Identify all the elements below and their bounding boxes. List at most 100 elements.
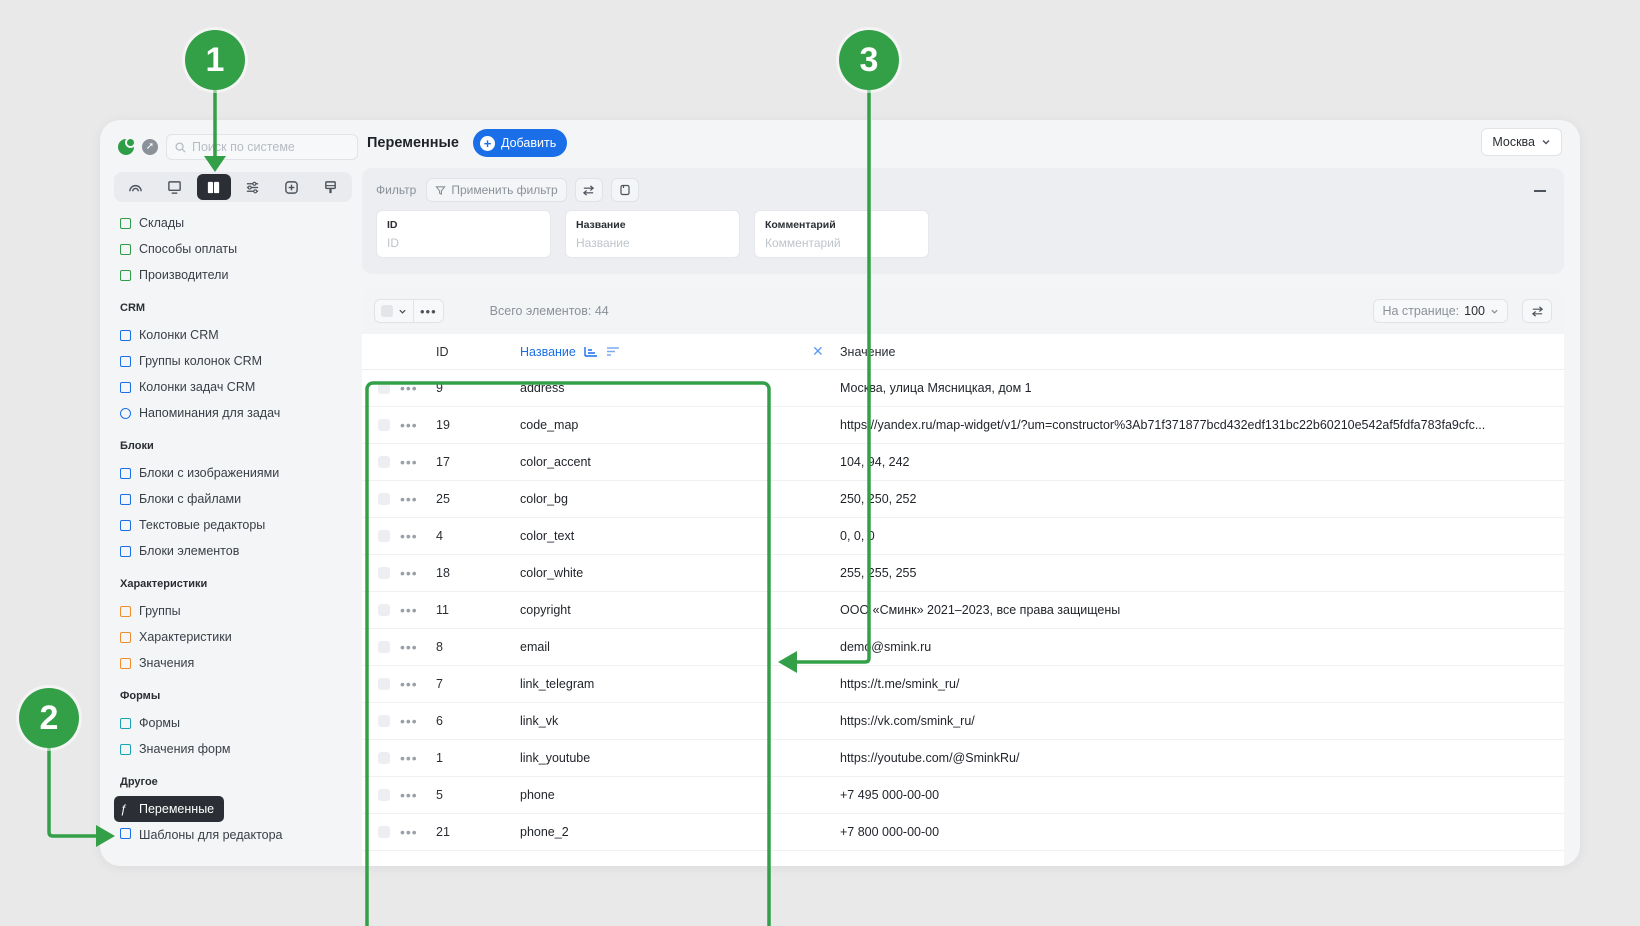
- sidebar-item-warehouses[interactable]: Склады: [120, 210, 352, 236]
- row-menu-icon[interactable]: •••: [400, 639, 430, 655]
- select-all[interactable]: [375, 300, 413, 322]
- table-row[interactable]: ••• 5 phone +7 495 000-00-00: [362, 777, 1564, 814]
- name-input[interactable]: [576, 236, 729, 250]
- sidebar-top: ➚: [118, 133, 358, 161]
- function-icon: ƒ: [120, 802, 127, 816]
- column-header-label[interactable]: Название: [520, 345, 576, 359]
- row-value: https://t.me/smink_ru/: [840, 677, 960, 691]
- sidebar-item-crm-task-columns[interactable]: Колонки задач CRM: [120, 374, 352, 400]
- row-name: link_vk: [520, 714, 559, 728]
- sidebar-item-crm-columns[interactable]: Колонки CRM: [120, 322, 352, 348]
- row-checkbox[interactable]: [378, 789, 390, 801]
- sidebar-item-values[interactable]: Значения: [120, 650, 352, 676]
- row-checkbox[interactable]: [378, 419, 390, 431]
- row-menu-icon[interactable]: •••: [400, 565, 430, 581]
- row-checkbox[interactable]: [378, 641, 390, 653]
- sidebar-item-editor-templates[interactable]: Шаблоны для редактора: [120, 828, 352, 842]
- table-row[interactable]: ••• 11 copyright ООО «Сминк» 2021–2023, все…: [362, 592, 1564, 629]
- table-row[interactable]: ••• 21 phone_2 +7 800 000-00-00: [362, 814, 1564, 851]
- table-row[interactable]: ••• 17 color_accent 104, 94, 242: [362, 444, 1564, 481]
- per-page-select[interactable]: На странице: 100: [1373, 299, 1508, 323]
- table-row[interactable]: ••• 18 color_white 255, 255, 255: [362, 555, 1564, 592]
- collapse-icon[interactable]: [1534, 190, 1546, 192]
- compass-icon[interactable]: ➚: [142, 139, 158, 155]
- chevron-down-icon[interactable]: [398, 307, 407, 316]
- monitor-icon[interactable]: [158, 174, 192, 200]
- search-input[interactable]: [192, 140, 342, 154]
- row-menu-icon[interactable]: •••: [400, 454, 430, 470]
- row-checkbox[interactable]: [378, 715, 390, 727]
- row-checkbox[interactable]: [378, 493, 390, 505]
- brush-icon[interactable]: [314, 174, 348, 200]
- row-menu-icon[interactable]: •••: [400, 787, 430, 803]
- row-checkbox[interactable]: [378, 678, 390, 690]
- table-row[interactable]: ••• 7 link_telegram https://t.me/smink_ru/: [362, 666, 1564, 703]
- filter-field-name[interactable]: Название: [565, 210, 740, 258]
- city-select[interactable]: Москва: [1481, 128, 1562, 156]
- sidebar-item-payment-methods[interactable]: Способы оплаты: [120, 236, 352, 262]
- sidebar-item-label: Переменные: [139, 802, 215, 816]
- table-row[interactable]: ••• 8 email demo@smink.ru: [362, 629, 1564, 666]
- sidebar-item-image-blocks[interactable]: Блоки с изображениями: [120, 460, 352, 486]
- row-menu-icon[interactable]: •••: [400, 824, 430, 840]
- add-button[interactable]: + Добавить: [472, 129, 568, 157]
- clear-sort-icon[interactable]: ✕: [812, 343, 824, 360]
- column-header-id[interactable]: ID: [430, 345, 520, 359]
- row-menu-icon[interactable]: •••: [400, 417, 430, 433]
- row-menu-icon[interactable]: •••: [400, 713, 430, 729]
- sidebar-item-element-blocks[interactable]: Блоки элементов: [120, 538, 352, 564]
- sidebar-item-file-blocks[interactable]: Блоки с файлами: [120, 486, 352, 512]
- sidebar-item-crm-column-groups[interactable]: Группы колонок CRM: [120, 348, 352, 374]
- table-row[interactable]: ••• 9 address Москва, улица Мясницкая, дом …: [362, 370, 1564, 407]
- comment-input[interactable]: [765, 236, 918, 250]
- sort-lines-icon[interactable]: [606, 346, 620, 357]
- row-checkbox[interactable]: [378, 382, 390, 394]
- sidebar-item-form-values[interactable]: Значения форм: [120, 736, 352, 762]
- row-menu-icon[interactable]: •••: [400, 491, 430, 507]
- row-menu-icon[interactable]: •••: [400, 750, 430, 766]
- table-row[interactable]: ••• 4 color_text 0, 0, 0: [362, 518, 1564, 555]
- bulk-actions[interactable]: •••: [413, 300, 443, 322]
- row-checkbox[interactable]: [378, 456, 390, 468]
- sidebar-item-forms[interactable]: Формы: [120, 710, 352, 736]
- column-header-name[interactable]: Название: [520, 345, 840, 359]
- filter-field-id[interactable]: ID: [376, 210, 551, 258]
- sort-asc-icon[interactable]: [584, 346, 598, 357]
- sidebar-item-task-reminders[interactable]: Напоминания для задач: [120, 400, 352, 426]
- sidebar-item-groups[interactable]: Группы: [120, 598, 352, 624]
- search-box[interactable]: [166, 134, 358, 160]
- plus-square-icon[interactable]: [275, 174, 309, 200]
- bulk-select[interactable]: •••: [374, 299, 444, 323]
- column-settings-button[interactable]: [1522, 299, 1552, 323]
- filter-field-comment[interactable]: Комментарий: [754, 210, 929, 258]
- row-checkbox[interactable]: [378, 604, 390, 616]
- row-checkbox[interactable]: [378, 752, 390, 764]
- sidebar-item-variables[interactable]: ƒ Переменные: [114, 796, 224, 822]
- apply-filter-button[interactable]: Применить фильтр: [426, 178, 567, 202]
- row-menu-icon[interactable]: •••: [400, 380, 430, 396]
- table-row[interactable]: ••• 25 color_bg 250, 250, 252: [362, 481, 1564, 518]
- sidebar-item-manufacturers[interactable]: Производители: [120, 262, 352, 288]
- dashboard-icon[interactable]: [119, 174, 153, 200]
- save-filter-button[interactable]: [610, 178, 639, 202]
- id-input[interactable]: [387, 236, 540, 250]
- table-row[interactable]: ••• 19 code_map https://yandex.ru/map-widge…: [362, 407, 1564, 444]
- row-menu-icon[interactable]: •••: [400, 602, 430, 618]
- row-menu-icon[interactable]: •••: [400, 528, 430, 544]
- sliders-icon[interactable]: [236, 174, 270, 200]
- per-page-value: 100: [1464, 304, 1485, 318]
- select-all-checkbox[interactable]: [381, 305, 393, 317]
- table-row[interactable]: ••• 1 link_youtube https://youtube.com/@Smi…: [362, 740, 1564, 777]
- column-header-value[interactable]: Значение: [840, 345, 1564, 359]
- row-checkbox[interactable]: [378, 826, 390, 838]
- logo-icon[interactable]: [118, 137, 136, 155]
- row-checkbox[interactable]: [378, 567, 390, 579]
- filter-settings-button[interactable]: [574, 178, 603, 202]
- columns-icon: [120, 355, 131, 367]
- book-icon[interactable]: [196, 174, 231, 200]
- row-menu-icon[interactable]: •••: [400, 676, 430, 692]
- row-checkbox[interactable]: [378, 530, 390, 542]
- table-row[interactable]: ••• 6 link_vk https://vk.com/smink_ru/: [362, 703, 1564, 740]
- sidebar-item-text-editors[interactable]: Текстовые редакторы: [120, 512, 352, 538]
- sidebar-item-characteristics[interactable]: Характеристики: [120, 624, 352, 650]
